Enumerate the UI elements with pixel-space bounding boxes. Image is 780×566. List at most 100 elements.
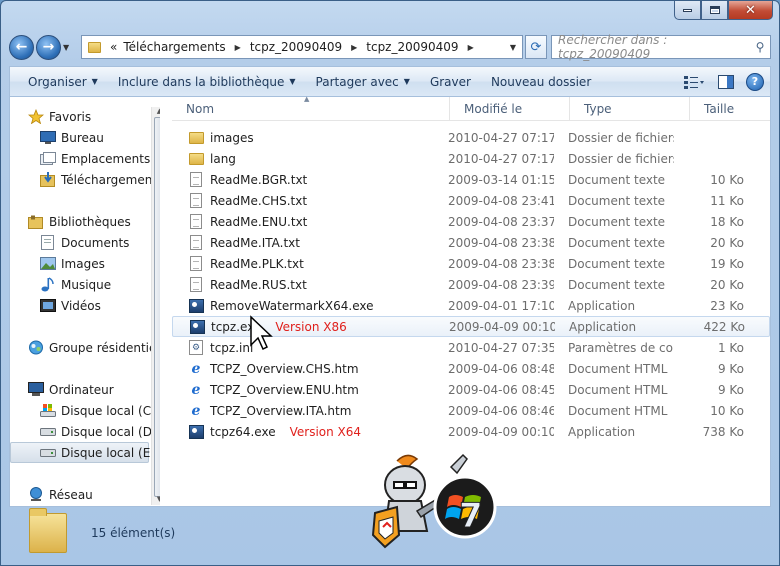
address-dropdown[interactable]: ▼ xyxy=(504,43,522,52)
chevron-right-icon[interactable]: ▶ xyxy=(229,43,247,52)
address-bar[interactable]: « Téléchargements ▶ tcpz_20090409 ▶ tcpz… xyxy=(81,35,523,59)
file-name-cell[interactable]: tcpz.exe Version X86 xyxy=(173,319,435,335)
search-input[interactable]: Rechercher dans : tcpz_20090409 ⚲ xyxy=(551,33,771,61)
scroll-up-icon[interactable]: ▲ xyxy=(152,107,160,117)
item-count: 15 élément(s) xyxy=(91,526,176,540)
file-row[interactable]: tcpz64.exe Version X64 2009-04-09 00:10 App… xyxy=(172,421,770,442)
burn-button[interactable]: Graver xyxy=(420,75,481,89)
file-row[interactable]: e TCPZ_Overview.ITA.htm 2009-04-06 08:46 Do… xyxy=(172,400,770,421)
nav-homegroup[interactable]: Groupe résidentiel xyxy=(28,337,160,358)
share-with-button[interactable]: Partager avec ▼ xyxy=(306,75,420,89)
nav-libraries[interactable]: Bibliothèques xyxy=(28,211,131,232)
nav-music[interactable]: Musique xyxy=(40,274,111,295)
chevron-right-icon[interactable]: ▶ xyxy=(345,43,363,52)
breadcrumb-tcpz-1[interactable]: tcpz_20090409 xyxy=(247,40,345,54)
nav-favorites[interactable]: Favoris xyxy=(28,106,91,127)
nav-computer-label: Ordinateur xyxy=(49,382,114,397)
pane-splitter[interactable] xyxy=(167,97,171,505)
nav-images[interactable]: Images xyxy=(40,253,105,274)
nav-network[interactable]: Réseau xyxy=(28,484,93,505)
scrollbar-thumb[interactable] xyxy=(154,117,160,497)
include-in-library-button[interactable]: Inclure dans la bibliothèque ▼ xyxy=(108,75,306,89)
file-name-cell[interactable]: images xyxy=(172,130,434,146)
recent-pages-dropdown[interactable]: ▼ xyxy=(63,43,75,52)
back-button[interactable]: ← xyxy=(9,34,34,60)
search-icon[interactable]: ⚲ xyxy=(750,40,770,54)
folder-icon xyxy=(188,130,204,146)
breadcrumb-tcpz-2[interactable]: tcpz_20090409 xyxy=(363,40,461,54)
file-name-cell[interactable]: ReadMe.CHS.txt xyxy=(172,193,434,209)
column-header-type[interactable]: Type xyxy=(570,97,690,121)
file-modified: 2009-04-09 00:10 xyxy=(449,319,555,334)
breadcrumb-downloads[interactable]: Téléchargements xyxy=(120,40,228,54)
column-header-name[interactable]: Nom ▲ xyxy=(172,95,450,121)
file-name-cell[interactable]: ReadMe.BGR.txt xyxy=(172,172,434,188)
nav-documents[interactable]: Documents xyxy=(40,232,129,253)
new-folder-button[interactable]: Nouveau dossier xyxy=(481,75,601,89)
file-row[interactable]: e TCPZ_Overview.ENU.htm 2009-04-06 08:45 Do… xyxy=(172,379,770,400)
minimize-icon xyxy=(683,8,692,12)
refresh-button[interactable]: ⟳ xyxy=(525,35,547,59)
column-header-size[interactable]: Taille xyxy=(690,97,770,121)
scroll-down-icon[interactable]: ▼ xyxy=(152,495,160,505)
file-row[interactable]: images 2010-04-27 07:17 Dossier de fichier… xyxy=(172,127,770,148)
file-row[interactable]: RemoveWatermarkX64.exe 2009-04-01 17:10 Ap… xyxy=(172,295,770,316)
organize-button[interactable]: Organiser ▼ xyxy=(18,75,108,89)
file-name-cell[interactable]: tcpz64.exe Version X64 xyxy=(172,424,434,440)
chevron-right-icon[interactable]: ▶ xyxy=(462,43,480,52)
file-modified: 2009-04-08 23:41 xyxy=(448,193,554,208)
nav-disk-c[interactable]: Disque local (C:) xyxy=(40,400,160,421)
file-name-cell[interactable]: ReadMe.PLK.txt xyxy=(172,256,434,272)
file-row[interactable]: e TCPZ_Overview.CHS.htm 2009-04-06 08:48 Do… xyxy=(172,358,770,379)
minimize-button[interactable] xyxy=(674,1,701,20)
nav-disk-d[interactable]: Disque local (D:) xyxy=(40,421,160,442)
help-button[interactable]: ? xyxy=(746,72,764,91)
file-name-cell[interactable]: e TCPZ_Overview.ENU.htm xyxy=(172,382,434,398)
close-button[interactable]: ✕ xyxy=(728,1,773,20)
settings-file-icon: ⚙ xyxy=(188,340,204,356)
file-row[interactable]: ReadMe.CHS.txt 2009-04-08 23:41 Document t… xyxy=(172,190,770,211)
nav-videos[interactable]: Vidéos xyxy=(40,295,101,316)
file-type: Document HTML xyxy=(568,403,668,418)
file-row[interactable]: lang 2010-04-27 07:17 Dossier de fichiers xyxy=(172,148,770,169)
file-name-cell[interactable]: ⚙ tcpz.ini xyxy=(172,340,434,356)
file-name-cell[interactable]: e TCPZ_Overview.CHS.htm xyxy=(172,361,434,377)
file-row[interactable]: ReadMe.ENU.txt 2009-04-08 23:37 Document t… xyxy=(172,211,770,232)
file-name-cell[interactable]: RemoveWatermarkX64.exe xyxy=(172,298,434,314)
file-name-cell[interactable]: ReadMe.ENU.txt xyxy=(172,214,434,230)
nav-disk-e[interactable]: Disque local (E:) xyxy=(10,442,159,463)
back-arrow-icon: ← xyxy=(15,39,28,55)
change-view-button[interactable] xyxy=(682,73,706,91)
nav-computer[interactable]: Ordinateur xyxy=(28,379,114,400)
nav-recent-places[interactable]: Emplacements ré xyxy=(40,148,160,169)
text-file-icon xyxy=(188,235,204,251)
file-row[interactable]: ReadMe.ITA.txt 2009-04-08 23:38 Document t… xyxy=(172,232,770,253)
breadcrumb-overflow[interactable]: « xyxy=(107,40,120,54)
content-area: Favoris Bureau Emplacements ré Télécharg… xyxy=(9,95,771,507)
knight-mascot-icon xyxy=(371,454,440,549)
file-name-cell[interactable]: e TCPZ_Overview.ITA.htm xyxy=(172,403,434,419)
file-name-cell[interactable]: ReadMe.ITA.txt xyxy=(172,235,434,251)
burn-label: Graver xyxy=(429,74,471,89)
file-name-cell[interactable]: lang xyxy=(172,151,434,167)
file-type: Application xyxy=(569,319,637,334)
preview-pane-button[interactable] xyxy=(714,73,738,91)
nav-downloads[interactable]: Téléchargements xyxy=(40,169,160,190)
navigation-scrollbar[interactable]: ▲ ▼ xyxy=(151,107,160,505)
file-row[interactable]: ReadMe.BGR.txt 2009-03-14 01:15 Document t… xyxy=(172,169,770,190)
file-size: 11 Ko xyxy=(710,193,744,208)
search-placeholder: Rechercher dans : tcpz_20090409 xyxy=(558,33,668,61)
column-header-modified[interactable]: Modifié le xyxy=(450,97,570,121)
file-row[interactable]: ReadMe.PLK.txt 2009-04-08 23:38 Document t… xyxy=(172,253,770,274)
nav-desktop[interactable]: Bureau xyxy=(40,127,104,148)
column-type-label: Type xyxy=(584,102,612,116)
explorer-window: ✕ ← → ▼ « Téléchargements ▶ tcpz_2009040… xyxy=(0,0,780,566)
maximize-button[interactable] xyxy=(701,1,728,20)
file-name-cell[interactable]: ReadMe.RUS.txt xyxy=(172,277,434,293)
file-name: ReadMe.CHS.txt xyxy=(210,193,308,208)
file-row[interactable]: ReadMe.RUS.txt 2009-04-08 23:39 Document t… xyxy=(172,274,770,295)
column-modified-label: Modifié le xyxy=(464,102,523,116)
file-type: Dossier de fichiers xyxy=(568,130,674,145)
forward-button[interactable]: → xyxy=(36,34,61,60)
pictures-icon xyxy=(40,257,56,271)
